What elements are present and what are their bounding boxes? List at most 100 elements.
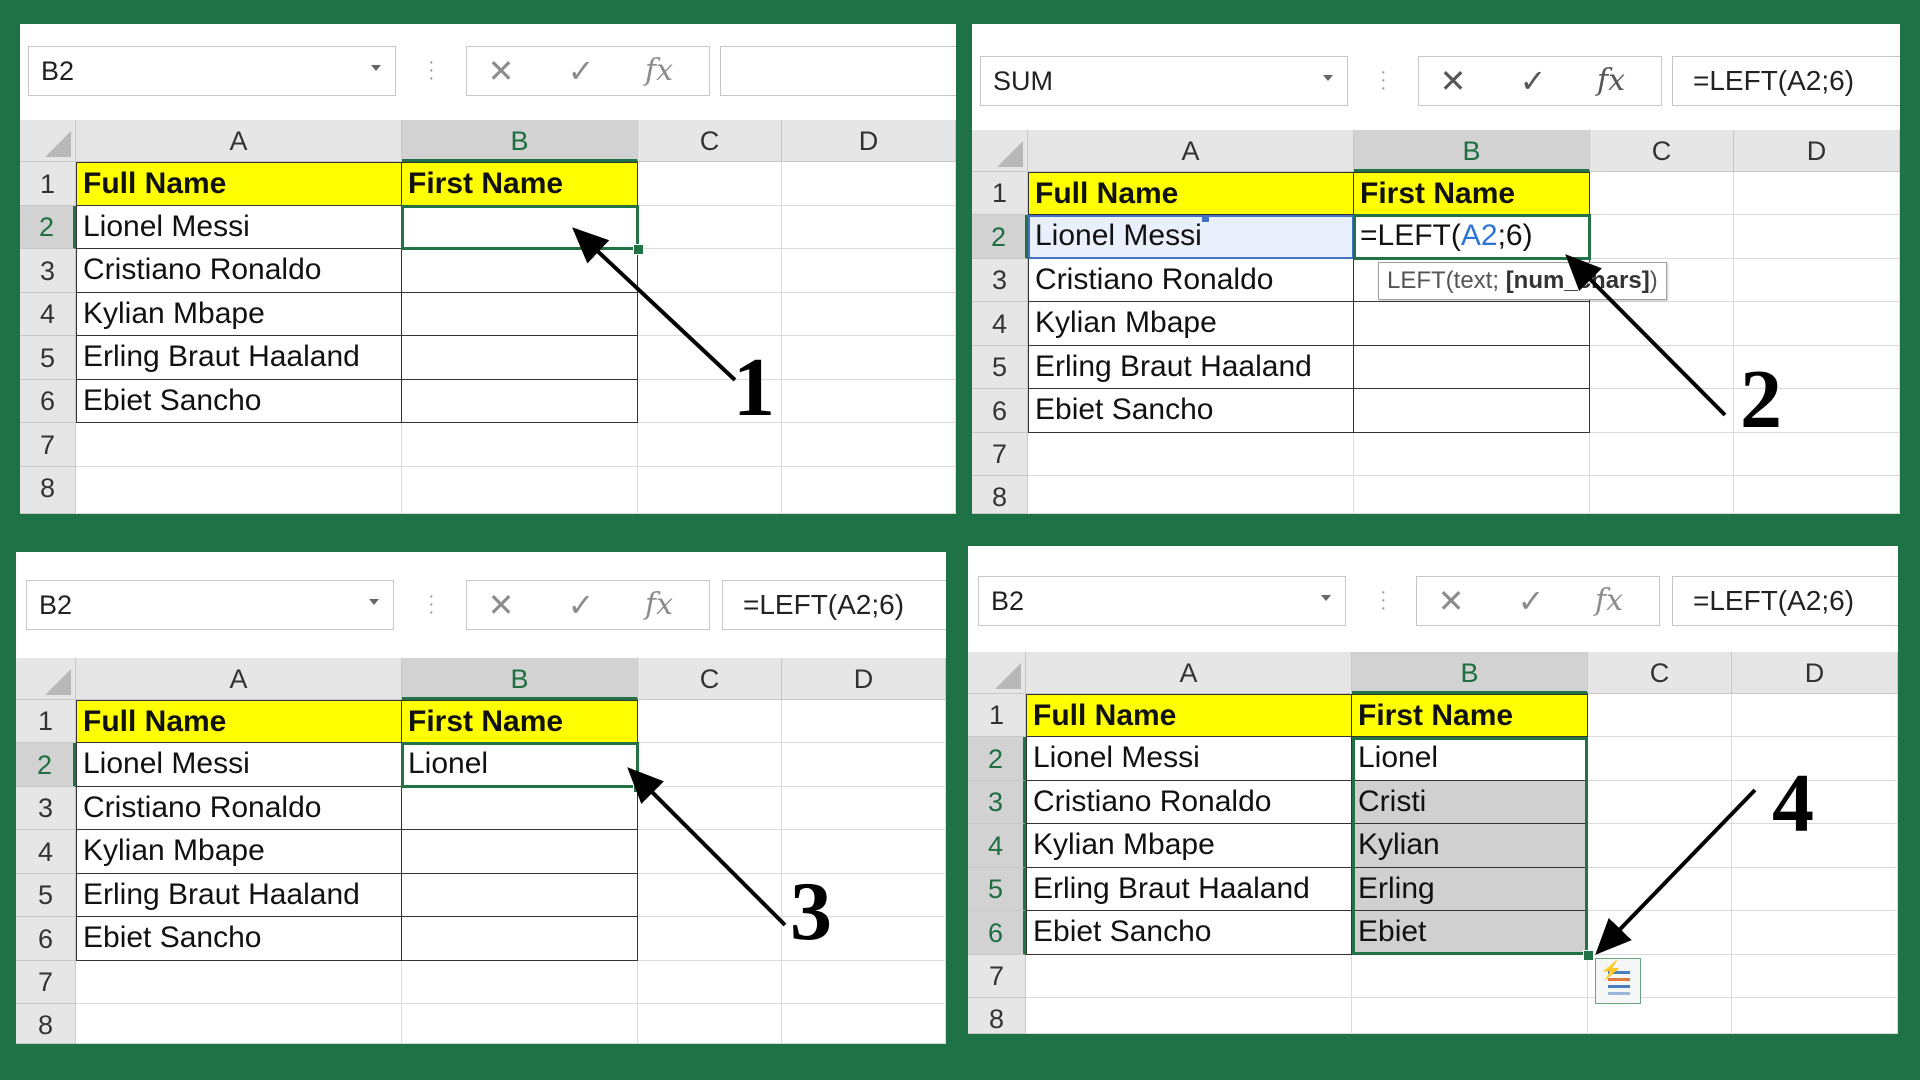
cell-d4[interactable]	[1734, 302, 1900, 346]
cell-c6[interactable]	[638, 917, 782, 961]
cell-b8[interactable]	[1354, 476, 1590, 514]
cell-c2[interactable]	[1590, 215, 1734, 259]
cell-a3[interactable]: Cristiano Ronaldo	[1026, 781, 1352, 824]
cell-c6[interactable]	[1590, 389, 1734, 433]
cell-c7[interactable]	[638, 961, 782, 1004]
cell-c2[interactable]	[1588, 737, 1732, 781]
cell-a3[interactable]: Cristiano Ronaldo	[76, 249, 402, 293]
column-header-d[interactable]: D	[1734, 130, 1900, 172]
cell-b7[interactable]	[402, 423, 638, 467]
column-header-a[interactable]: A	[1028, 130, 1354, 172]
row-header-4[interactable]: 4	[20, 293, 76, 336]
grip-icon[interactable]: · · ·	[428, 52, 435, 88]
cancel-icon[interactable]: ✕	[1433, 63, 1473, 99]
cell-b8[interactable]	[1352, 998, 1588, 1034]
row-header-7[interactable]: 7	[20, 423, 76, 467]
column-header-d[interactable]: D	[1732, 652, 1898, 694]
select-all-icon[interactable]	[972, 130, 1028, 172]
cell-b2[interactable]: Lionel	[401, 742, 639, 788]
cell-c5[interactable]	[1588, 868, 1732, 911]
dropdown-arrow-icon[interactable]	[1321, 595, 1331, 601]
column-header-b[interactable]: B	[1352, 652, 1588, 694]
cell-d2[interactable]	[1732, 737, 1898, 781]
cell-b8[interactable]	[402, 1004, 638, 1044]
cell-b3[interactable]	[402, 249, 638, 293]
cell-a2[interactable]: Lionel Messi	[1026, 737, 1352, 781]
row-header-6[interactable]: 6	[968, 911, 1026, 955]
cell-b8[interactable]	[402, 467, 638, 514]
cell-d8[interactable]	[782, 467, 956, 514]
cell-d1[interactable]	[1734, 172, 1900, 215]
cell-c1[interactable]	[638, 162, 782, 206]
row-header-2[interactable]: 2	[972, 215, 1028, 259]
row-header-7[interactable]: 7	[972, 433, 1028, 476]
cell-c4[interactable]	[638, 293, 782, 336]
select-all-icon[interactable]	[968, 652, 1026, 694]
enter-icon[interactable]: ✓	[1511, 583, 1551, 619]
name-box[interactable]: B2	[978, 576, 1346, 626]
cell-c8[interactable]	[638, 467, 782, 514]
cell-a1[interactable]: Full Name	[1026, 694, 1352, 737]
cell-b5[interactable]	[402, 336, 638, 380]
cell-a5[interactable]: Erling Braut Haaland	[76, 874, 402, 917]
cell-a4[interactable]: Kylian Mbape	[76, 293, 402, 336]
enter-icon[interactable]: ✓	[561, 587, 601, 623]
row-header-7[interactable]: 7	[968, 955, 1026, 998]
cell-b6[interactable]	[1354, 389, 1590, 433]
cell-b1[interactable]: First Name	[1352, 694, 1588, 737]
cell-a1[interactable]: Full Name	[76, 700, 402, 743]
cell-b3[interactable]	[402, 787, 638, 830]
row-header-5[interactable]: 5	[20, 336, 76, 380]
cell-a2[interactable]: Lionel Messi	[1028, 215, 1354, 259]
cell-a8[interactable]	[1028, 476, 1354, 514]
cell-a5[interactable]: Erling Braut Haaland	[76, 336, 402, 380]
row-header-3[interactable]: 3	[968, 781, 1026, 824]
cell-b2[interactable]	[401, 205, 639, 250]
cell-b5[interactable]	[402, 874, 638, 917]
column-header-d[interactable]: D	[782, 120, 956, 162]
cell-d2[interactable]	[782, 743, 946, 787]
cell-a8[interactable]	[1026, 998, 1352, 1034]
cell-c1[interactable]	[1590, 172, 1734, 215]
cell-d3[interactable]	[1734, 259, 1900, 302]
cell-b1[interactable]: First Name	[402, 700, 638, 743]
enter-icon[interactable]: ✓	[561, 53, 601, 89]
cell-c8[interactable]	[638, 1004, 782, 1044]
cell-d8[interactable]	[1734, 476, 1900, 514]
cell-d5[interactable]	[1732, 868, 1898, 911]
cell-a4[interactable]: Kylian Mbape	[76, 830, 402, 874]
cell-a5[interactable]: Erling Braut Haaland	[1028, 346, 1354, 389]
insert-function-icon[interactable]: fx	[1589, 583, 1629, 619]
row-header-6[interactable]: 6	[972, 389, 1028, 433]
fill-handle[interactable]	[1583, 950, 1594, 961]
fill-handle[interactable]	[633, 782, 644, 793]
cell-c6[interactable]	[1588, 911, 1732, 955]
cell-c4[interactable]	[1588, 824, 1732, 868]
formula-input[interactable]: =LEFT(A2;6)	[1672, 576, 1898, 626]
column-header-a[interactable]: A	[76, 120, 402, 162]
cell-d6[interactable]	[782, 380, 956, 423]
cell-a6[interactable]: Ebiet Sancho	[1026, 911, 1352, 955]
row-header-5[interactable]: 5	[968, 868, 1026, 911]
row-header-1[interactable]: 1	[20, 162, 76, 206]
formula-input[interactable]: =LEFT(A2;6)	[1672, 56, 1900, 106]
dropdown-arrow-icon[interactable]	[1323, 75, 1333, 81]
cell-d8[interactable]	[1732, 998, 1898, 1034]
cell-a4[interactable]: Kylian Mbape	[1028, 302, 1354, 346]
name-box[interactable]: SUM	[980, 56, 1348, 106]
cell-d6[interactable]	[1732, 911, 1898, 955]
cancel-icon[interactable]: ✕	[481, 53, 521, 89]
cell-d4[interactable]	[782, 293, 956, 336]
cell-d7[interactable]	[782, 423, 956, 467]
cell-c5[interactable]	[638, 874, 782, 917]
row-header-8[interactable]: 8	[20, 467, 76, 514]
column-header-a[interactable]: A	[76, 658, 402, 700]
cell-d8[interactable]	[782, 1004, 946, 1044]
row-header-4[interactable]: 4	[16, 830, 76, 874]
column-header-c[interactable]: C	[1588, 652, 1732, 694]
cell-b1[interactable]: First Name	[402, 162, 638, 206]
cell-a7[interactable]	[1028, 433, 1354, 476]
cell-c7[interactable]	[1590, 433, 1734, 476]
column-header-d[interactable]: D	[782, 658, 946, 700]
cell-c2[interactable]	[638, 743, 782, 787]
